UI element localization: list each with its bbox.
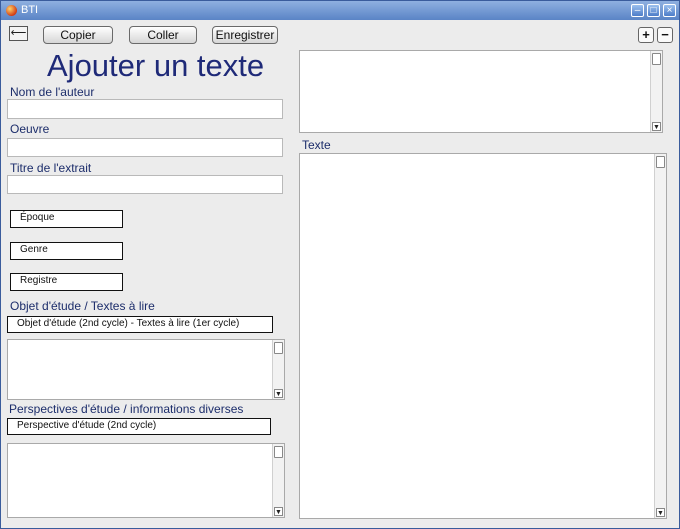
scroll-down-arrow-icon[interactable]: ▼ [652,122,661,131]
scroll-thumb[interactable] [656,156,665,168]
author-label: Nom de l'auteur [10,85,95,99]
app-icon [6,5,17,16]
work-field[interactable] [7,138,283,157]
toolbar: ⟵ Copier Coller Enregistrer + − [1,21,679,49]
back-button[interactable]: ⟵ [9,26,28,41]
text-label: Texte [302,138,331,152]
genre-select[interactable]: Genre [10,242,123,260]
work-label: Oeuvre [10,122,50,136]
zoom-out-button[interactable]: − [657,27,673,43]
scroll-down-arrow-icon[interactable]: ▼ [274,389,283,398]
epoch-select[interactable]: Époque [10,210,123,228]
minimize-button[interactable]: – [631,4,644,17]
perspectives-scrollbar[interactable]: ▼ [272,444,284,517]
app-window: BTI – □ × ⟵ Copier Coller Enregistrer + … [0,0,680,529]
top-textarea[interactable]: ▼ [299,50,663,133]
perspectives-label: Perspectives d'étude / informations dive… [9,402,244,416]
excerpt-title-field[interactable] [7,175,283,194]
top-scrollbar[interactable]: ▼ [650,51,662,132]
study-object-textarea[interactable]: ▼ [7,339,285,400]
scroll-thumb[interactable] [274,446,283,458]
author-field[interactable] [7,99,283,119]
scroll-thumb[interactable] [274,342,283,354]
title-bar[interactable]: BTI – □ × [1,1,679,20]
text-textarea[interactable]: ▼ [299,153,667,519]
study-object-scrollbar[interactable]: ▼ [272,340,284,399]
register-select[interactable]: Registre [10,273,123,291]
page-title: Ajouter un texte [47,48,265,83]
study-object-select[interactable]: Objet d'étude (2nd cycle) - Textes à lir… [7,316,273,333]
scroll-down-arrow-icon[interactable]: ▼ [274,507,283,516]
scroll-down-arrow-icon[interactable]: ▼ [656,508,665,517]
excerpt-title-label: Titre de l'extrait [10,161,92,175]
scroll-thumb[interactable] [652,53,661,65]
close-button[interactable]: × [663,4,676,17]
save-button[interactable]: Enregistrer [212,26,278,44]
perspectives-textarea[interactable]: ▼ [7,443,285,518]
paste-button[interactable]: Coller [129,26,197,44]
copy-button[interactable]: Copier [43,26,113,44]
zoom-in-button[interactable]: + [638,27,654,43]
study-object-label: Objet d'étude / Textes à lire [10,299,155,313]
maximize-button[interactable]: □ [647,4,660,17]
perspectives-select[interactable]: Perspective d'étude (2nd cycle) [7,418,271,435]
window-title: BTI [21,4,39,16]
text-scrollbar[interactable]: ▼ [654,154,666,518]
